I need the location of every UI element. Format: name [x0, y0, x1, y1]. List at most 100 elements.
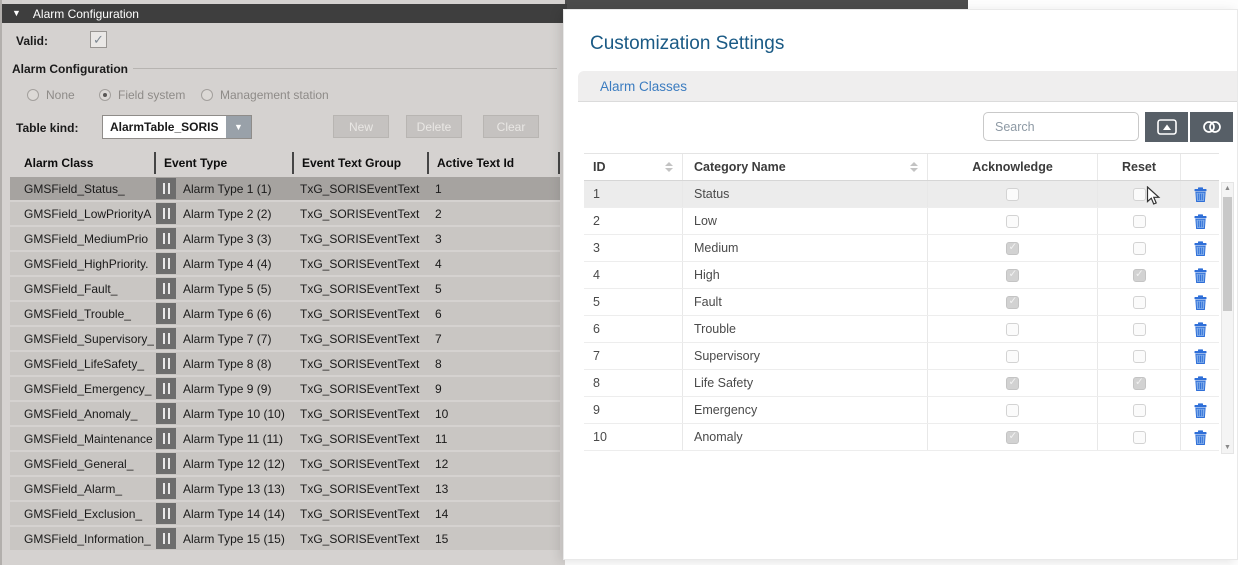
alarm-table-row[interactable]: GMSField_Emergency_Alarm Type 9 (9)TxG_S…	[10, 377, 560, 400]
radio-field-system[interactable]: Field system	[99, 88, 185, 102]
reset-checkbox[interactable]	[1133, 269, 1146, 282]
alarm-class-row[interactable]: 3Medium	[584, 235, 1219, 262]
alarm-table-row[interactable]: GMSField_Fault_Alarm Type 5 (5)TxG_SORIS…	[10, 277, 560, 300]
reset-checkbox[interactable]	[1133, 404, 1146, 417]
reset-cell	[1097, 316, 1180, 342]
alarm-table-row[interactable]: GMSField_LifeSafety_Alarm Type 8 (8)TxG_…	[10, 352, 560, 375]
alarm-class-row[interactable]: 4High	[584, 262, 1219, 289]
dropdown-value: AlarmTable_SORIS	[103, 116, 226, 138]
delete-row-button[interactable]	[1194, 268, 1207, 283]
row-handle-icon[interactable]	[156, 353, 176, 374]
delete-row-button[interactable]	[1194, 403, 1207, 418]
collapse-icon[interactable]: ▼	[12, 9, 21, 18]
alarm-class-row[interactable]: 5Fault	[584, 289, 1219, 316]
reset-checkbox[interactable]	[1133, 296, 1146, 309]
row-handle-icon[interactable]	[156, 528, 176, 549]
delete-row-button[interactable]	[1194, 241, 1207, 256]
clear-button[interactable]: Clear	[483, 115, 539, 138]
scrollbar-thumb[interactable]	[1223, 197, 1232, 311]
new-button[interactable]: New	[333, 115, 389, 138]
row-handle-icon[interactable]	[156, 428, 176, 449]
acknowledge-checkbox[interactable]	[1006, 431, 1019, 444]
alarm-classes-section-header[interactable]: Alarm Classes	[578, 71, 1237, 102]
alarm-class-row[interactable]: 2Low	[584, 208, 1219, 235]
delete-row-button[interactable]	[1194, 376, 1207, 391]
acknowledge-checkbox[interactable]	[1006, 296, 1019, 309]
alarm-table-row[interactable]: GMSField_Anomaly_Alarm Type 10 (10)TxG_S…	[10, 402, 560, 425]
alarm-table-row[interactable]: GMSField_HighPriority.Alarm Type 4 (4)Tx…	[10, 252, 560, 275]
row-handle-icon[interactable]	[156, 403, 176, 424]
chevron-down-icon[interactable]: ▼	[226, 116, 251, 138]
alarm-table-row[interactable]: GMSField_MaintenanceAlarm Type 11 (11)Tx…	[10, 427, 560, 450]
acknowledge-checkbox[interactable]	[1006, 377, 1019, 390]
header-category-name[interactable]: Category Name	[682, 154, 927, 180]
acknowledge-checkbox[interactable]	[1006, 323, 1019, 336]
acknowledge-checkbox[interactable]	[1006, 242, 1019, 255]
header-event-type[interactable]: Event Type	[154, 152, 292, 174]
row-handle-icon[interactable]	[156, 178, 176, 199]
alarm-table-row[interactable]: GMSField_Trouble_Alarm Type 6 (6)TxG_SOR…	[10, 302, 560, 325]
alarm-table-row[interactable]: GMSField_General_Alarm Type 12 (12)TxG_S…	[10, 452, 560, 475]
delete-row-button[interactable]	[1194, 349, 1207, 364]
reset-checkbox[interactable]	[1133, 215, 1146, 228]
table-kind-dropdown[interactable]: AlarmTable_SORIS ▼	[102, 115, 252, 139]
delete-button[interactable]: Delete	[406, 115, 462, 138]
alarm-class-row[interactable]: 6Trouble	[584, 316, 1219, 343]
panel-titlebar[interactable]: ▼ Alarm Configuration	[2, 4, 567, 23]
reset-checkbox[interactable]	[1133, 323, 1146, 336]
sort-icon[interactable]	[665, 162, 673, 172]
row-handle-icon[interactable]	[156, 378, 176, 399]
reset-checkbox[interactable]	[1133, 377, 1146, 390]
radio-none[interactable]: None	[27, 88, 75, 102]
delete-row-button[interactable]	[1194, 214, 1207, 229]
reset-checkbox[interactable]	[1133, 431, 1146, 444]
alarm-class-cell: GMSField_Supervisory_	[10, 332, 154, 346]
acknowledge-checkbox[interactable]	[1006, 404, 1019, 417]
scroll-up-icon[interactable]: ▲	[1222, 185, 1233, 192]
reset-checkbox[interactable]	[1133, 350, 1146, 363]
toggle-view-button[interactable]	[1190, 112, 1233, 142]
search-input[interactable]	[983, 112, 1139, 141]
image-view-button[interactable]	[1145, 112, 1188, 142]
alarm-table-row[interactable]: GMSField_MediumPrioAlarm Type 3 (3)TxG_S…	[10, 227, 560, 250]
alarm-table-row[interactable]: GMSField_Exclusion_Alarm Type 14 (14)TxG…	[10, 502, 560, 525]
valid-checkbox[interactable]: ✓	[90, 31, 107, 48]
row-handle-icon[interactable]	[156, 478, 176, 499]
delete-row-button[interactable]	[1194, 187, 1207, 202]
acknowledge-checkbox[interactable]	[1006, 215, 1019, 228]
header-id[interactable]: ID	[584, 154, 682, 180]
row-handle-icon[interactable]	[156, 328, 176, 349]
alarm-table-row[interactable]: GMSField_LowPriorityAAlarm Type 2 (2)TxG…	[10, 202, 560, 225]
delete-row-button[interactable]	[1194, 430, 1207, 445]
delete-row-button[interactable]	[1194, 295, 1207, 310]
row-handle-icon[interactable]	[156, 503, 176, 524]
acknowledge-checkbox[interactable]	[1006, 188, 1019, 201]
radio-management-station[interactable]: Management station	[201, 88, 329, 102]
header-event-text-group[interactable]: Event Text Group	[292, 152, 427, 174]
acknowledge-checkbox[interactable]	[1006, 269, 1019, 282]
sort-icon[interactable]	[910, 162, 918, 172]
alarm-table-row[interactable]: GMSField_Status_Alarm Type 1 (1)TxG_SORI…	[10, 177, 560, 200]
reset-checkbox[interactable]	[1133, 188, 1146, 201]
alarm-class-row[interactable]: 7Supervisory	[584, 343, 1219, 370]
alarm-table-row[interactable]: GMSField_Supervisory_Alarm Type 7 (7)TxG…	[10, 327, 560, 350]
row-handle-icon[interactable]	[156, 228, 176, 249]
reset-checkbox[interactable]	[1133, 242, 1146, 255]
alarm-table-row[interactable]: GMSField_Alarm_Alarm Type 13 (13)TxG_SOR…	[10, 477, 560, 500]
vertical-scrollbar[interactable]: ▲ ▼	[1221, 182, 1234, 454]
alarm-table-row[interactable]: GMSField_Information_Alarm Type 15 (15)T…	[10, 527, 560, 550]
row-handle-icon[interactable]	[156, 203, 176, 224]
alarm-class-row[interactable]: 8Life Safety	[584, 370, 1219, 397]
delete-row-button[interactable]	[1194, 322, 1207, 337]
header-active-text-id[interactable]: Active Text Id	[427, 152, 560, 174]
row-handle-icon[interactable]	[156, 253, 176, 274]
alarm-class-row[interactable]: 10Anomaly	[584, 424, 1219, 451]
header-alarm-class[interactable]: Alarm Class	[10, 152, 154, 174]
acknowledge-checkbox[interactable]	[1006, 350, 1019, 363]
row-handle-icon[interactable]	[156, 453, 176, 474]
scroll-down-icon[interactable]: ▼	[1222, 444, 1233, 451]
alarm-class-row[interactable]: 9Emergency	[584, 397, 1219, 424]
row-handle-icon[interactable]	[156, 278, 176, 299]
alarm-class-row[interactable]: 1Status	[584, 181, 1219, 208]
row-handle-icon[interactable]	[156, 303, 176, 324]
